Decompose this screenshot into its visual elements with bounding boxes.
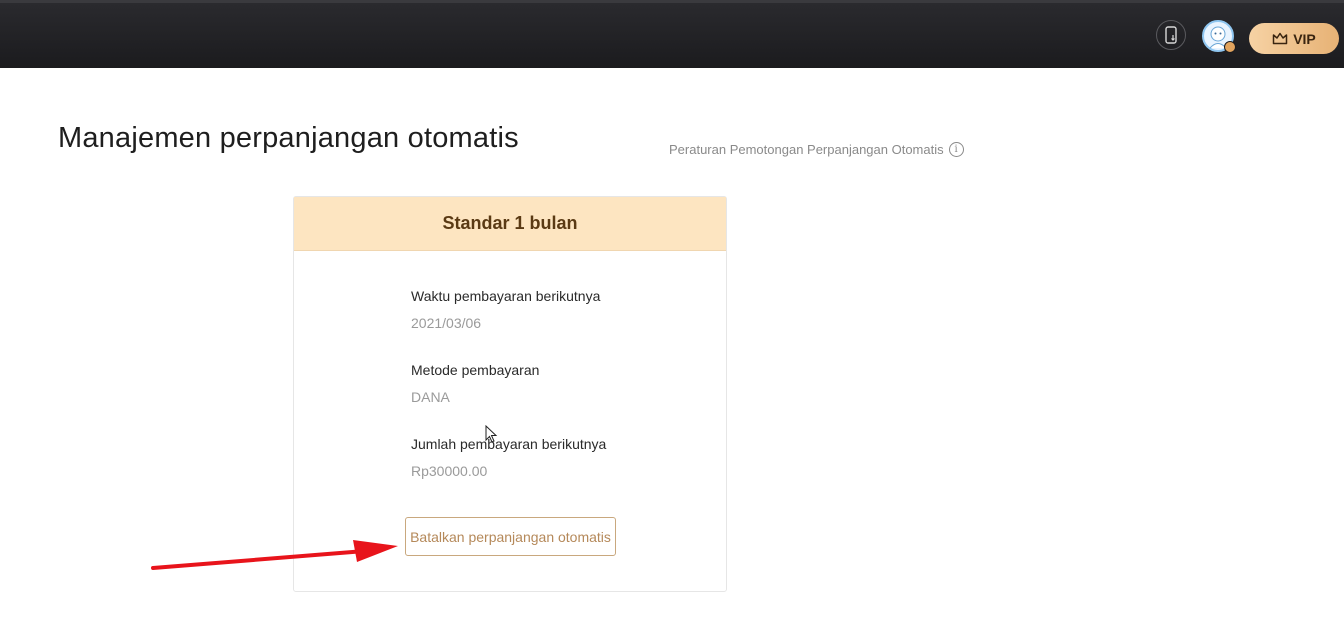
crown-icon [1272, 32, 1288, 45]
info-icon[interactable]: i [948, 142, 964, 157]
avatar[interactable] [1202, 20, 1236, 53]
payment-method-label: Metode pembayaran [411, 362, 540, 378]
annotation-arrow [151, 540, 398, 570]
vip-label: VIP [1293, 30, 1316, 47]
plan-name: Standar 1 bulan [294, 197, 726, 251]
next-payment-amount-value: Rp30000.00 [411, 463, 488, 479]
next-payment-time-label: Waktu pembayaran berikutnya [411, 288, 601, 304]
next-payment-time-value: 2021/03/06 [411, 315, 482, 331]
rules-link[interactable]: Peraturan Pemotongan Perpanjangan Otomat… [669, 142, 964, 157]
phone-download-icon[interactable] [1156, 20, 1186, 50]
next-payment-amount-label: Jumlah pembayaran berikutnya [411, 436, 607, 452]
mouse-cursor-icon [485, 425, 498, 443]
vip-button[interactable]: VIP [1249, 23, 1339, 54]
top-bar: VIP [0, 0, 1344, 68]
cancel-auto-renewal-button[interactable]: Batalkan perpanjangan otomatis [405, 517, 616, 556]
page-title: Manajemen perpanjangan otomatis [58, 122, 519, 154]
plan-card: Standar 1 bulan Waktu pembayaran berikut… [293, 196, 727, 592]
rules-link-label: Peraturan Pemotongan Perpanjangan Otomat… [669, 142, 944, 157]
avatar-badge-icon [1224, 41, 1236, 53]
payment-method-value: DANA [411, 389, 450, 405]
